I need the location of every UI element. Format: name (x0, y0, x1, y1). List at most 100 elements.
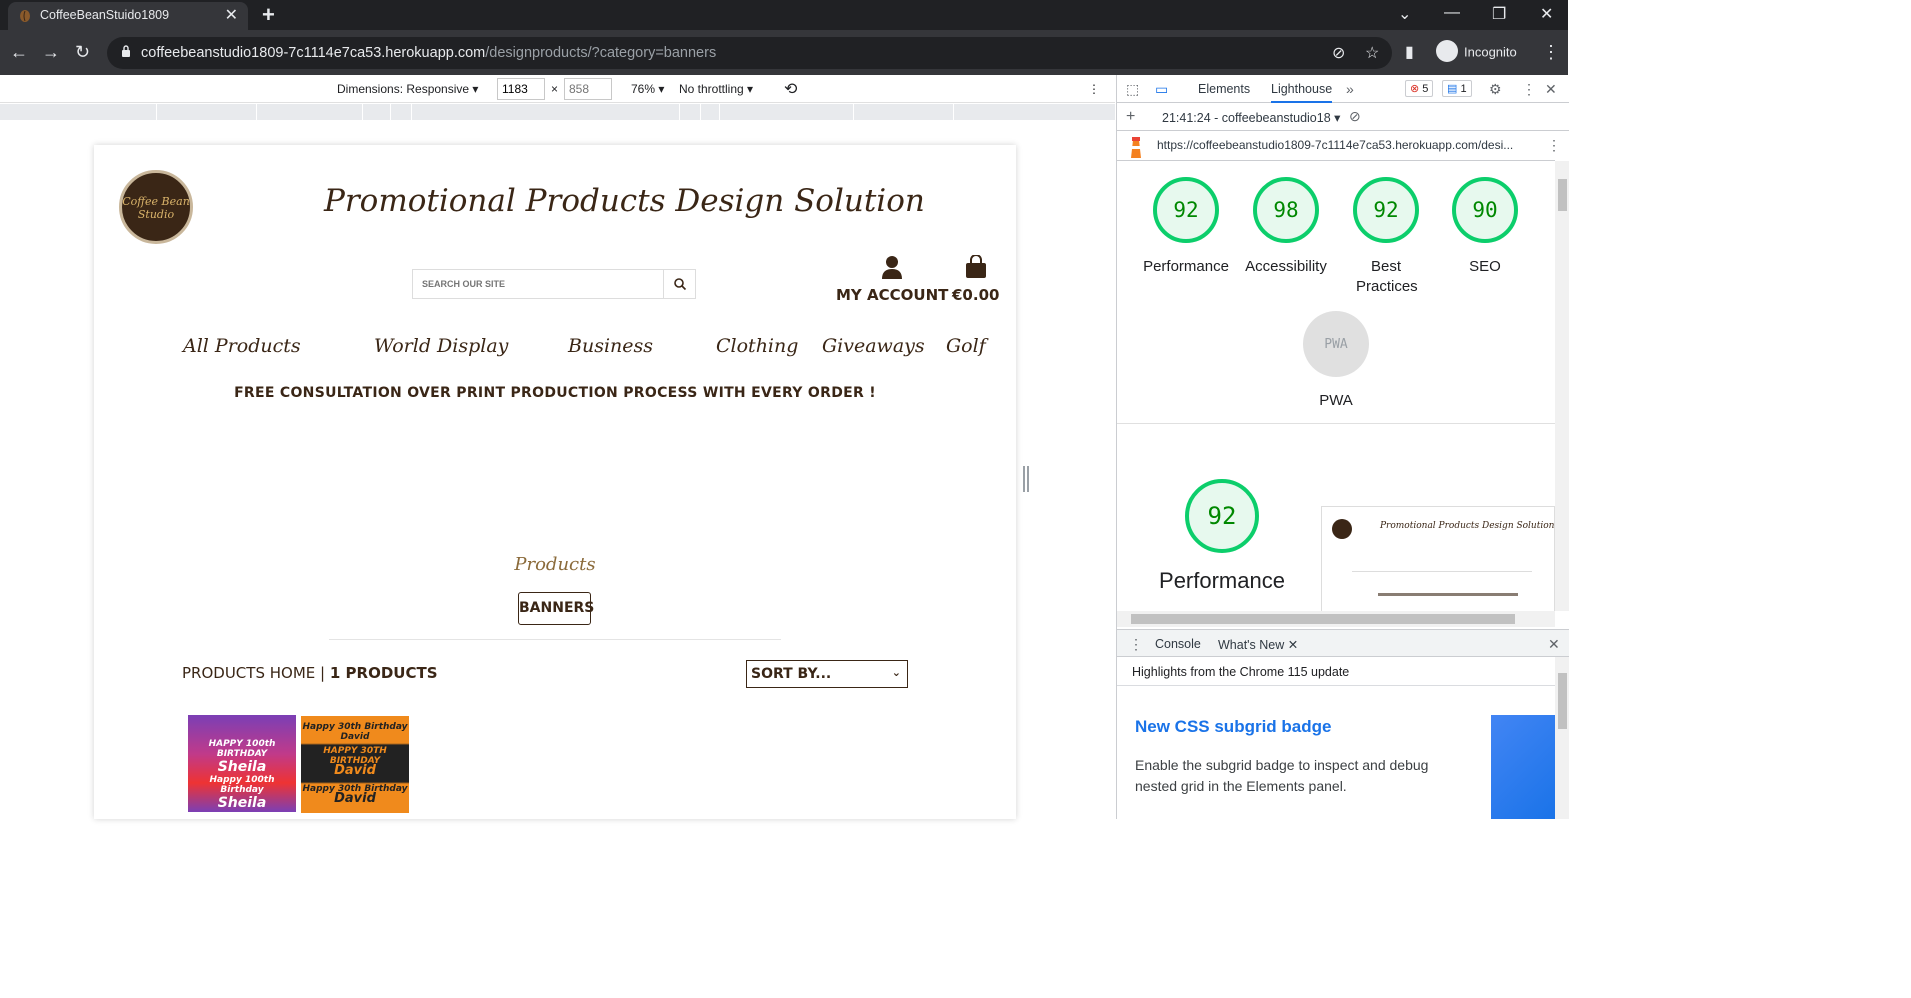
user-icon (882, 256, 903, 279)
promo-banner: FREE CONSULTATION OVER PRINT PRODUCTION … (234, 385, 876, 401)
devtools-tabbar: ⬚ ▭ Elements Lighthouse » ⊗ 5 ▤ 1 ⚙ ⋮ ✕ (1117, 75, 1569, 103)
site-logo[interactable]: Coffee Bean Studio (119, 170, 193, 244)
sort-select[interactable]: SORT BY... ⌄ (746, 660, 908, 688)
side-panel-icon[interactable]: ▮ (1405, 42, 1414, 62)
my-account-link[interactable]: MY ACCOUNT (836, 255, 948, 304)
drawer-tabbar: ⋮ Console What's New ✕ ✕ (1117, 629, 1569, 659)
score-gauge-seo[interactable]: 90 SEO (1435, 177, 1535, 277)
message-count-badge[interactable]: ▤ 1 (1442, 80, 1472, 97)
products-summary: PRODUCTS HOME | 1 PRODUCTS (182, 664, 438, 682)
incognito-indicator[interactable]: Incognito (1436, 40, 1517, 64)
dimensions-dropdown[interactable]: Dimensions: Responsive ▾ (337, 82, 478, 96)
drawer-scrollbar[interactable] (1555, 657, 1569, 819)
thumb-logo (1332, 519, 1352, 539)
throttling-dropdown[interactable]: No throttling ▾ (679, 82, 753, 96)
nav-clothing[interactable]: Clothing (716, 335, 798, 357)
device-menu-icon[interactable]: ⋮ (1088, 82, 1100, 96)
category-badge[interactable]: BANNERS (518, 592, 594, 625)
nav-golf[interactable]: Golf (946, 335, 986, 357)
shopping-bag-icon (965, 254, 986, 278)
clear-reports-icon[interactable]: ⊘ (1349, 108, 1361, 125)
media-query-ruler[interactable] (0, 104, 1115, 120)
score-gauge-best-practices[interactable]: 92 Best Practices (1336, 177, 1436, 297)
new-tab-button[interactable]: + (262, 2, 275, 28)
tab-lighthouse[interactable]: Lighthouse (1271, 82, 1333, 103)
website-page: Coffee Bean Studio Promotional Products … (94, 145, 1016, 819)
report-menu-icon[interactable]: ⋮ (1547, 137, 1561, 154)
whats-new-text: Enable the subgrid badge to inspect and … (1135, 757, 1429, 794)
eye-off-icon[interactable]: ⊘ (1332, 43, 1345, 63)
back-arrow-icon[interactable]: ← (10, 42, 28, 63)
drawer-menu-icon[interactable]: ⋮ (1129, 636, 1143, 653)
site-title: Promotional Products Design Solution (324, 183, 925, 219)
products-home-link[interactable]: PRODUCTS HOME (182, 664, 315, 682)
devtools-close-icon[interactable]: ✕ (1545, 81, 1557, 98)
settings-gear-icon[interactable]: ⚙ (1489, 81, 1502, 98)
search-bar (412, 269, 696, 299)
coffee-favicon-icon (20, 10, 30, 22)
nav-all-products[interactable]: All Products (183, 335, 301, 357)
device-toolbar: Dimensions: Responsive ▾ × 76% ▾ No thro… (0, 75, 1115, 103)
section-divider (1117, 423, 1555, 424)
score-gauge-accessibility[interactable]: 98 Accessibility (1236, 177, 1336, 277)
tab-title: CoffeeBeanStuido1809 (40, 8, 170, 22)
devtools-menu-icon[interactable]: ⋮ (1522, 81, 1536, 98)
tab-strip: CoffeeBeanStuido1809 ✕ + ⌄ — ❐ ✕ (0, 0, 1568, 30)
product-count: 1 PRODUCTS (329, 664, 438, 682)
tab-search-icon[interactable]: ⌄ (1398, 4, 1411, 24)
nav-business[interactable]: Business (568, 335, 653, 357)
tab-console[interactable]: Console (1155, 637, 1201, 651)
performance-section-gauge[interactable]: 92 Performance (1147, 479, 1297, 592)
whats-new-heading[interactable]: New CSS subgrid badge (1135, 717, 1331, 737)
whats-new-image (1491, 715, 1555, 819)
pwa-gauge[interactable]: PWA PWA (1286, 311, 1386, 411)
banner-product-card[interactable]: Happy 30th Birthday David HAPPY 30TH BIR… (301, 716, 409, 813)
divider (329, 639, 781, 640)
close-tab-icon[interactable]: ✕ (225, 5, 238, 25)
error-count-badge[interactable]: ⊗ 5 (1405, 80, 1434, 97)
search-button[interactable] (663, 270, 695, 298)
lighthouse-url-bar: https://coffeebeanstudio1809-7c1114e7ca5… (1117, 131, 1561, 161)
close-tab-icon[interactable]: ✕ (1288, 638, 1298, 652)
forward-arrow-icon[interactable]: → (42, 42, 60, 63)
zoom-dropdown[interactable]: 76% ▾ (631, 82, 664, 96)
minimize-icon[interactable]: — (1444, 4, 1460, 22)
times-sign: × (551, 82, 559, 96)
new-report-icon[interactable]: + (1126, 108, 1135, 126)
device-toggle-icon[interactable]: ▭ (1155, 81, 1168, 98)
search-input[interactable] (413, 270, 665, 298)
whats-new-subtitle: Highlights from the Chrome 115 update (1132, 665, 1350, 679)
banner-product-card[interactable]: HAPPY 100th BIRTHDAY Sheila Happy 100th … (188, 715, 296, 812)
browser-toolbar: ← → ↻ coffeebeanstudio1809-7c1114e7ca53.… (0, 30, 1568, 75)
report-horizontal-scrollbar[interactable] (1117, 611, 1555, 627)
height-input[interactable] (564, 78, 612, 100)
products-heading: Products (514, 554, 596, 575)
inspect-element-icon[interactable]: ⬚ (1126, 81, 1139, 98)
more-tabs-icon[interactable]: » (1346, 81, 1354, 97)
score-gauge-performance[interactable]: 92 Performance (1136, 177, 1236, 277)
nav-world-display[interactable]: World Display (374, 335, 508, 357)
restore-icon[interactable]: ❐ (1492, 4, 1506, 24)
tab-whats-new[interactable]: What's New ✕ (1218, 637, 1299, 659)
drawer-close-icon[interactable]: ✕ (1548, 636, 1560, 653)
report-url[interactable]: https://coffeebeanstudio1809-7c1114e7ca5… (1157, 138, 1513, 152)
lighthouse-logo-icon (1131, 137, 1141, 158)
browser-tab[interactable]: CoffeeBeanStuido1809 ✕ (8, 2, 248, 30)
browser-menu-icon[interactable]: ⋮ (1542, 42, 1560, 63)
window-close-icon[interactable]: ✕ (1540, 4, 1553, 24)
width-input[interactable] (497, 78, 545, 100)
resize-handle[interactable] (1023, 466, 1029, 492)
lighthouse-report: 92 Performance 98 Accessibility 92 Best … (1117, 161, 1555, 611)
shopping-bag-link[interactable]: €0.00 (952, 254, 999, 304)
tab-elements[interactable]: Elements (1198, 82, 1250, 96)
report-vertical-scrollbar[interactable] (1555, 161, 1569, 611)
address-bar[interactable]: coffeebeanstudio1809-7c1114e7ca53.heroku… (107, 37, 1392, 69)
nav-giveaways[interactable]: Giveaways (822, 335, 925, 357)
report-select[interactable]: 21:41:24 - coffeebeanstudio18 ▾ (1162, 110, 1340, 125)
lighthouse-report-bar: + 21:41:24 - coffeebeanstudio18 ▾ ⊘ (1117, 103, 1569, 131)
reload-icon[interactable]: ↻ (75, 42, 90, 63)
rotate-icon[interactable]: ⟲ (784, 79, 797, 99)
lock-icon (121, 45, 131, 62)
page-screenshot-thumbnail[interactable]: Promotional Products Design Solution (1321, 506, 1555, 611)
bookmark-star-icon[interactable]: ☆ (1365, 43, 1379, 63)
